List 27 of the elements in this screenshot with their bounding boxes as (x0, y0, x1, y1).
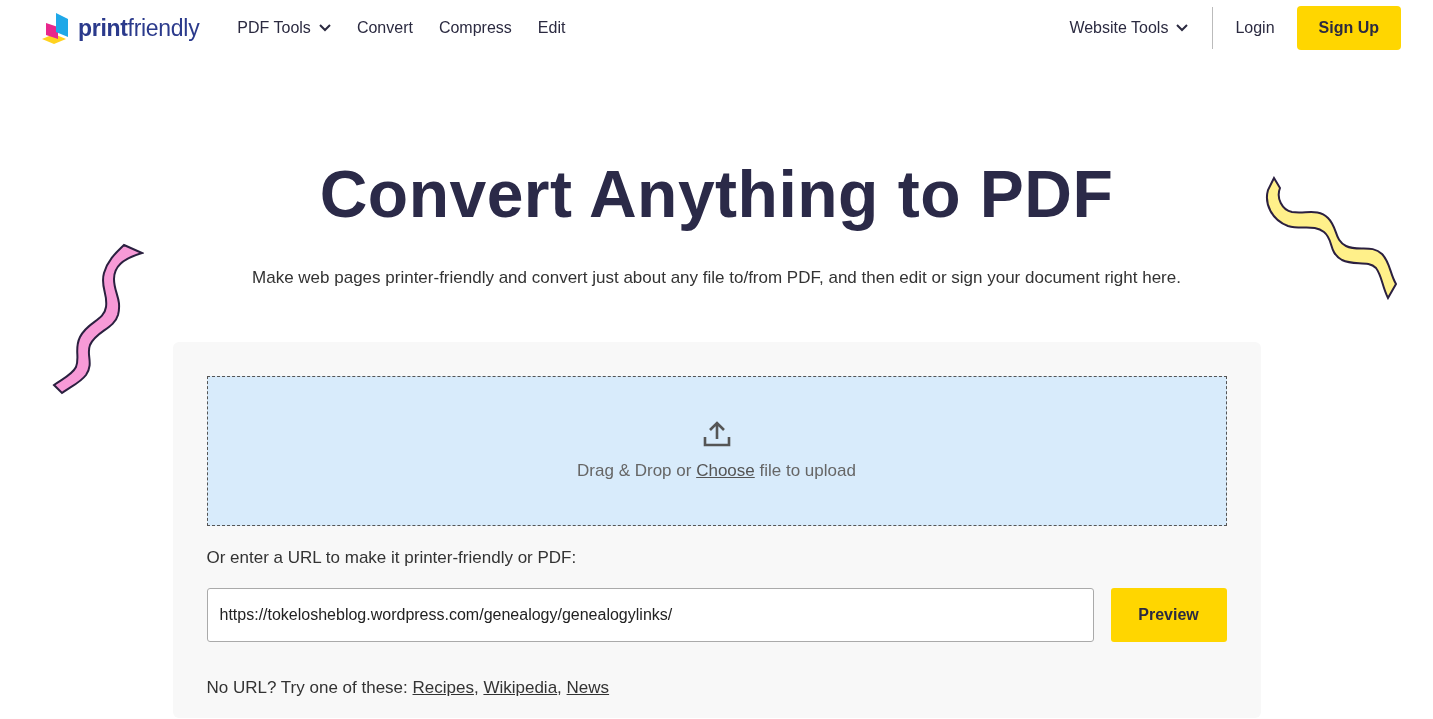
preview-button[interactable]: Preview (1110, 588, 1227, 642)
chevron-down-icon (318, 24, 331, 32)
page-subtitle: Make web pages printer-friendly and convert just about any file to/from PDF, and then edit or sign your document right here. (251, 268, 1182, 288)
nav-label[interactable]: Website Tools (1069, 19, 1169, 37)
comma-separator: , (473, 678, 479, 697)
suggestion-link[interactable]: News (566, 678, 610, 697)
upload-icon (702, 421, 731, 447)
comma-separator: , (557, 678, 562, 697)
page-title: Convert Anything to PDF (318, 156, 1115, 233)
choose-file-link[interactable]: Choose (696, 461, 755, 480)
nav-dropdown[interactable]: PDF Tools (237, 19, 331, 37)
upload-dropzone[interactable]: Drag & Drop or Choose file to upload (206, 376, 1227, 526)
upload-instructions: Drag & Drop or Choose file to upload (577, 461, 856, 481)
nav-link[interactable]: Convert (356, 19, 413, 37)
suggestion-link[interactable]: Recipes (412, 678, 474, 697)
nav-link[interactable]: Login (1235, 19, 1275, 37)
suggestions-text: No URL? Try one of these: Recipes, Wikipedia, News (206, 678, 611, 698)
nav-link[interactable]: Compress (438, 19, 512, 37)
suggestion-link[interactable]: Wikipedia (483, 678, 558, 697)
url-input[interactable]: https://tokelosheblog.wordpress.com/genealogy/genealogylinks/ (206, 588, 1094, 642)
url-label: Or enter a URL to make it printer-friendly or PDF: (206, 548, 578, 568)
nav-link[interactable]: Edit (537, 19, 566, 37)
nav-dropdown[interactable]: Website Tools (1069, 19, 1189, 37)
sign-up-button[interactable]: Sign Up (1296, 6, 1401, 50)
nav-label[interactable]: PDF Tools (237, 19, 311, 37)
chevron-down-icon (1176, 24, 1189, 32)
logo-text[interactable]: printfriendly (78, 14, 200, 42)
